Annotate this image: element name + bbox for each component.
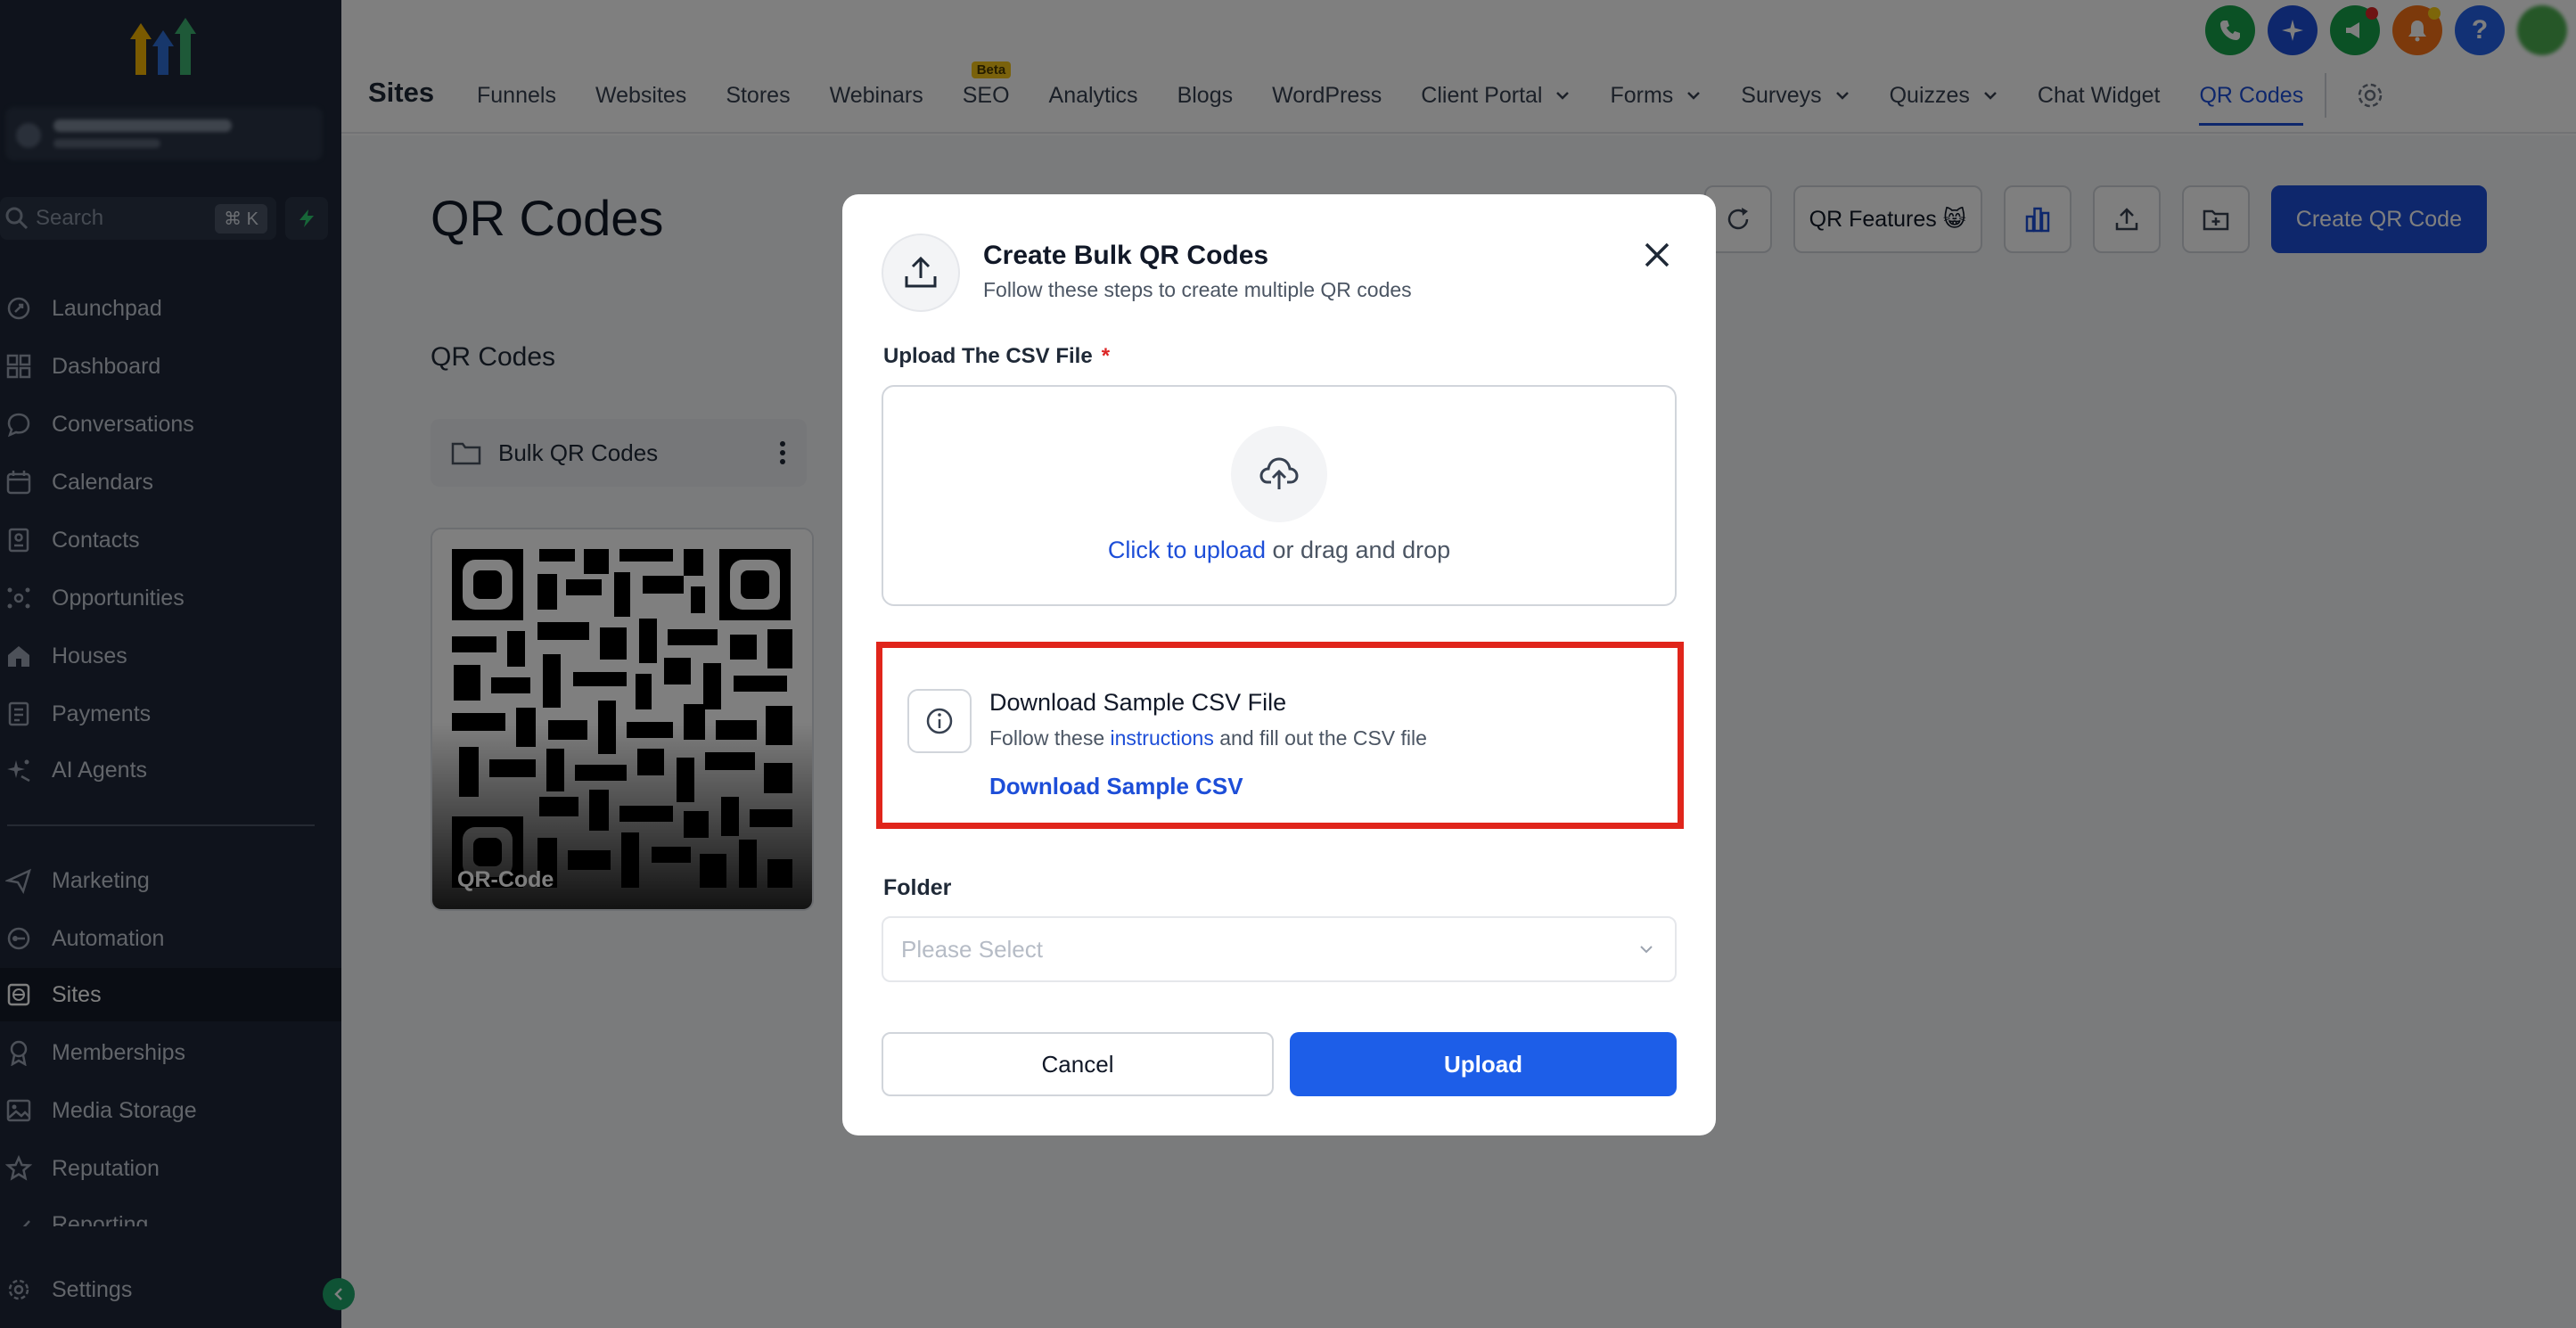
chevron-down-icon — [1640, 946, 1653, 954]
folder-label: Folder — [883, 875, 952, 900]
sample-csv-box: Download Sample CSV File Follow these in… — [876, 642, 1684, 829]
upload-button[interactable]: Upload — [1290, 1032, 1677, 1096]
required-asterisk: * — [1101, 344, 1111, 368]
info-icon — [907, 689, 972, 753]
close-icon — [1645, 242, 1669, 267]
sample-csv-instructions: Follow these instructions and fill out t… — [989, 726, 1427, 750]
instructions-link[interactable]: instructions — [1111, 726, 1214, 750]
modal-header-icon — [882, 234, 960, 312]
close-button[interactable] — [1637, 235, 1677, 275]
dropzone-text: Click to upload or drag and drop — [883, 537, 1675, 564]
click-to-upload-link[interactable]: Click to upload — [1108, 537, 1266, 563]
upload-csv-label-text: Upload The CSV File — [883, 344, 1093, 368]
bulk-qr-modal: Create Bulk QR Codes Follow these steps … — [842, 194, 1716, 1135]
csv-dropzone[interactable]: Click to upload or drag and drop — [882, 385, 1677, 606]
upload-csv-label: Upload The CSV File * — [883, 344, 1110, 369]
cloud-upload-icon — [1231, 426, 1327, 522]
modal-title: Create Bulk QR Codes — [983, 241, 1269, 270]
upload-icon — [905, 256, 937, 288]
drag-drop-text: or drag and drop — [1265, 537, 1451, 563]
download-sample-csv-link[interactable]: Download Sample CSV — [989, 773, 1243, 800]
sample-csv-title: Download Sample CSV File — [989, 689, 1287, 716]
instructions-suffix: and fill out the CSV file — [1213, 726, 1427, 750]
folder-select[interactable]: Please Select — [882, 916, 1677, 982]
folder-select-placeholder: Please Select — [901, 935, 1043, 963]
modal-subtitle: Follow these steps to create multiple QR… — [983, 278, 1412, 301]
cancel-button[interactable]: Cancel — [882, 1032, 1274, 1096]
instructions-prefix: Follow these — [989, 726, 1111, 750]
